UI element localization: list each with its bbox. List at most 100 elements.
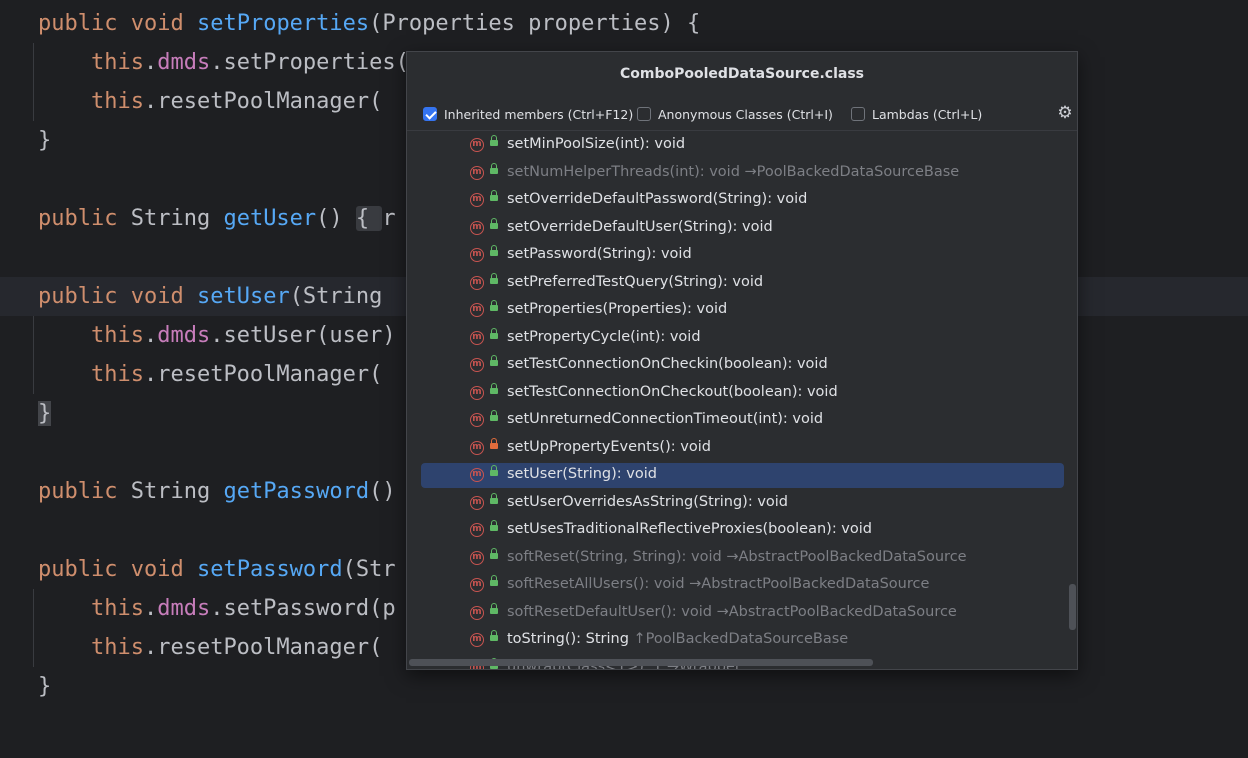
method-icon: m	[470, 385, 484, 400]
member-signature: setUsesTraditionalReflectiveProxies(bool…	[507, 521, 872, 537]
checkbox-unchecked-icon[interactable]	[637, 107, 651, 121]
public-lock-icon	[490, 135, 498, 146]
code-token: setUser	[196, 284, 290, 309]
public-lock-icon	[490, 272, 498, 284]
method-icon: m	[470, 550, 484, 565]
list-item[interactable]: m setOverrideDefaultUser(String): void	[421, 216, 1064, 241]
list-item[interactable]: m setTestConnectionOnCheckout(boolean): v…	[421, 381, 1064, 406]
member-signature-text: setUsesTraditionalReflectiveProxies(bool…	[507, 521, 872, 537]
code-line[interactable]: }	[0, 667, 1248, 706]
list-item[interactable]: m softResetAllUsers(): void →AbstractPool…	[421, 573, 1064, 598]
member-signature-text: setPropertyCycle(int): void	[507, 328, 701, 345]
gear-icon[interactable]: ⚙	[1056, 104, 1074, 122]
code-token: setPassword	[196, 557, 343, 582]
code-token: {	[355, 206, 383, 231]
member-signature-text: setUserOverridesAsString(String): void	[507, 493, 789, 510]
vertical-scrollbar[interactable]	[1069, 584, 1076, 630]
method-icon: m	[470, 330, 484, 345]
list-item[interactable]: m setTestConnectionOnCheckin(boolean): vo…	[421, 353, 1064, 378]
member-signature-text: setPreferredTestQuery(String): void	[507, 273, 764, 290]
code-token: dmds	[157, 596, 211, 621]
public-lock-icon	[490, 547, 498, 559]
lambdas-label: Lambdas (Ctrl+L)	[872, 106, 983, 122]
member-list[interactable]: m setMinPoolSize(int): void m setNumHelperT…	[407, 131, 1077, 669]
member-signature: setOverrideDefaultUser(String): void	[507, 219, 773, 235]
method-icon: m	[470, 440, 484, 455]
member-signature-text: setMinPoolSize(int): void	[507, 136, 686, 152]
code-token: String	[117, 206, 224, 231]
public-lock-icon	[490, 492, 498, 504]
method-icon: m	[470, 358, 484, 372]
list-item[interactable]: m setOverrideDefaultPassword(String): voi…	[421, 188, 1064, 213]
public-lock-icon	[490, 630, 498, 641]
method-icon: m	[470, 303, 484, 317]
public-lock-icon	[490, 575, 498, 586]
member-origin: →PoolBackedDataSourceBase	[744, 163, 960, 180]
member-signature: softResetAllUsers(): void →AbstractPoolB…	[507, 576, 929, 592]
code-token: (Properties properties) {	[369, 11, 701, 36]
public-lock-icon	[490, 382, 498, 394]
list-item[interactable]: m setUsesTraditionalReflectiveProxies(boo…	[421, 518, 1064, 543]
list-item[interactable]: m setPropertyCycle(int): void	[421, 326, 1064, 351]
private-lock-icon	[490, 437, 498, 449]
list-item[interactable]: m softResetDefaultUser(): void →AbstractP…	[421, 601, 1064, 626]
member-signature: setProperties(Properties): void	[507, 301, 727, 317]
list-item[interactable]: m setMinPoolSize(int): void	[421, 133, 1064, 158]
method-icon: m	[470, 193, 484, 207]
method-icon: m	[470, 578, 484, 592]
member-signature: setPassword(String): void	[507, 246, 692, 262]
list-item[interactable]: m setUpPropertyEvents(): void	[421, 436, 1064, 461]
public-lock-icon	[490, 465, 498, 476]
code-token: }	[38, 401, 52, 426]
code-token: (Str	[342, 557, 396, 582]
code-token: public	[38, 557, 118, 582]
code-token: .	[143, 596, 158, 621]
list-item[interactable]: m setUserOverridesAsString(String): void	[421, 491, 1064, 516]
member-signature: setMinPoolSize(int): void	[507, 136, 685, 152]
member-signature-text: setUnreturnedConnectionTimeout(int): voi…	[507, 411, 824, 427]
method-icon: m	[470, 605, 484, 620]
method-icon: m	[470, 138, 484, 152]
public-lock-icon	[490, 410, 498, 421]
checkbox-checked-icon[interactable]	[423, 107, 437, 121]
file-structure-popup[interactable]: ComboPooledDataSource.class Inherited me…	[406, 51, 1078, 670]
public-lock-icon	[490, 162, 498, 174]
list-item[interactable]: m setUnreturnedConnectionTimeout(int): vo…	[421, 408, 1064, 433]
anonymous-classes-checkbox[interactable]: Anonymous Classes (Ctrl+I)	[637, 105, 833, 123]
code-token: void	[130, 557, 184, 582]
code-line[interactable]: public void setProperties(Properties pro…	[0, 4, 1248, 43]
member-signature-text: setUser(String): void	[507, 466, 657, 482]
public-lock-icon	[490, 520, 498, 531]
code-token: r	[382, 206, 396, 231]
list-item[interactable]: m setPreferredTestQuery(String): void	[421, 271, 1064, 296]
method-icon: m	[470, 495, 484, 510]
code-token: ()	[316, 206, 356, 231]
code-token: .resetPoolManager(	[143, 89, 383, 114]
list-item[interactable]: m setUser(String): void	[421, 463, 1064, 488]
public-lock-icon	[490, 245, 498, 256]
code-token: public	[38, 479, 118, 504]
list-item[interactable]: m setNumHelperThreads(int): void →PoolBac…	[421, 161, 1064, 186]
list-item[interactable]: m softReset(String, String): void →Abstra…	[421, 546, 1064, 571]
list-item[interactable]: m setProperties(Properties): void	[421, 298, 1064, 323]
member-signature-text: setProperties(Properties): void	[507, 301, 728, 317]
anonymous-classes-label: Anonymous Classes (Ctrl+I)	[658, 106, 833, 122]
method-icon: m	[470, 165, 484, 180]
list-item[interactable]: m toString(): String ↑PoolBackedDataSourc…	[421, 628, 1064, 653]
code-token: public	[38, 11, 118, 36]
code-token: ()	[369, 479, 396, 504]
member-signature: setUnreturnedConnectionTimeout(int): voi…	[507, 411, 823, 427]
code-token: void	[130, 284, 184, 309]
horizontal-scrollbar[interactable]	[409, 659, 873, 666]
inherited-members-checkbox[interactable]: Inherited members (Ctrl+F12)	[423, 105, 633, 123]
checkbox-unchecked-icon[interactable]	[851, 107, 865, 121]
lambdas-checkbox[interactable]: Lambdas (Ctrl+L)	[851, 105, 982, 123]
list-item[interactable]: m setPassword(String): void	[421, 243, 1064, 268]
member-origin: →AbstractPoolBackedDataSource	[716, 603, 957, 620]
code-token: }	[38, 128, 52, 153]
